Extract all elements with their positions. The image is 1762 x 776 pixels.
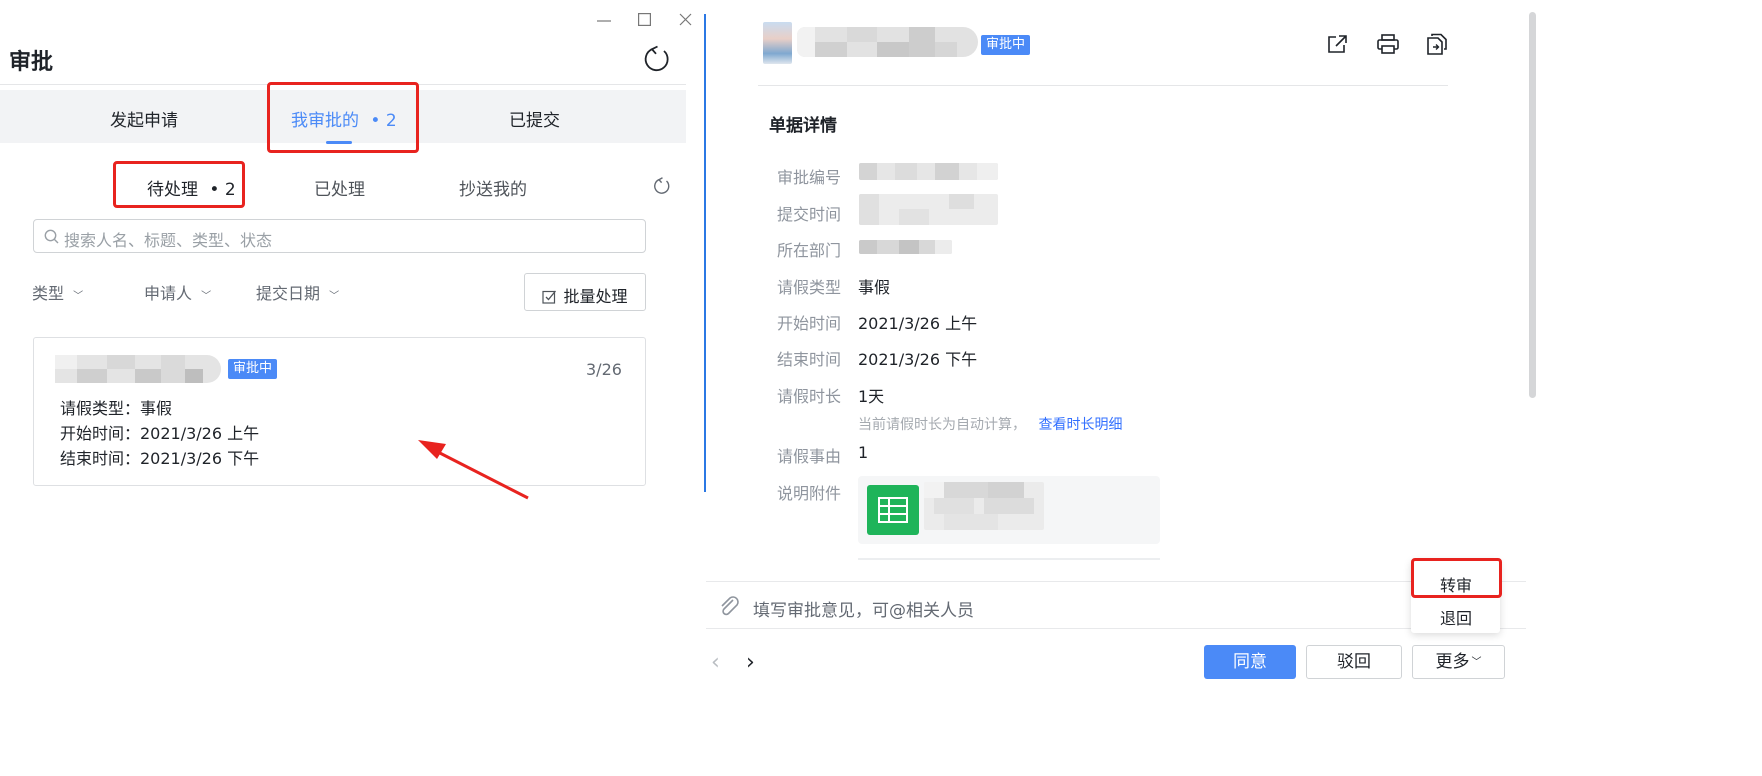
- blurred-department: [859, 240, 952, 254]
- chevron-down-icon: ﹀: [73, 291, 84, 302]
- approval-card[interactable]: 审批中 3/26 请假类型：事假 开始时间：2021/3/26 上午 结束时间：…: [33, 337, 646, 486]
- card-line-end: 结束时间：2021/3/26 下午: [60, 449, 260, 468]
- attachment-divider: [858, 558, 1160, 560]
- field-label-submit-time: 提交时间: [777, 205, 842, 224]
- annotation-box-tab: [267, 82, 419, 153]
- maximize-icon[interactable]: [638, 13, 651, 26]
- search-placeholder: 搜索人名、标题、类型、状态: [64, 231, 273, 250]
- field-label-leave-type: 请假类型: [777, 278, 842, 297]
- chevron-down-icon: ﹀: [201, 291, 212, 302]
- field-label-approval-no: 审批编号: [777, 168, 842, 187]
- vertical-scrollbar[interactable]: [1529, 12, 1536, 398]
- field-value-leave-type: 事假: [858, 278, 891, 297]
- comment-bottom-divider: [706, 628, 1526, 629]
- field-value-end-time: 2021/3/26 下午: [858, 350, 978, 369]
- duration-note-text: 当前请假时长为自动计算，: [858, 417, 1026, 433]
- chevron-down-icon: ﹀: [329, 291, 340, 302]
- agree-button[interactable]: 同意: [1204, 645, 1296, 679]
- close-icon[interactable]: [679, 13, 692, 26]
- blurred-submit-time: [859, 194, 998, 225]
- field-value-start-time: 2021/3/26 上午: [858, 314, 978, 333]
- card-date: 3/26: [586, 360, 622, 379]
- batch-label: 批量处理: [563, 287, 628, 306]
- refresh-icon[interactable]: [643, 45, 671, 73]
- page-title: 审批: [9, 50, 54, 75]
- field-label-end-time: 结束时间: [777, 350, 842, 369]
- checklist-icon: [542, 289, 557, 308]
- spreadsheet-icon: [867, 485, 919, 535]
- comment-input[interactable]: 填写审批意见，可@相关人员: [753, 596, 974, 621]
- filter-type[interactable]: 类型 ﹀: [32, 280, 83, 304]
- section-title: 单据详情: [769, 116, 837, 136]
- more-label: 更多: [1435, 652, 1470, 672]
- copy-export-icon[interactable]: [1427, 33, 1449, 55]
- field-label-start-time: 开始时间: [777, 314, 842, 333]
- blurred-applicant-name: [55, 355, 221, 383]
- share-icon[interactable]: [1327, 34, 1348, 54]
- duration-detail-link[interactable]: 查看时长明细: [1038, 417, 1122, 433]
- menu-item-return[interactable]: 退回: [1440, 605, 1472, 629]
- filter-applicant[interactable]: 申请人 ﹀: [144, 280, 211, 304]
- status-badge: 审批中: [981, 35, 1031, 55]
- reject-button[interactable]: 驳回: [1306, 645, 1402, 679]
- filter-label: 申请人: [144, 284, 193, 303]
- field-label-reason: 请假事由: [777, 447, 842, 466]
- attachment-clip-icon[interactable]: [719, 596, 740, 616]
- print-icon[interactable]: [1377, 34, 1399, 54]
- annotation-arrow: [418, 440, 529, 500]
- annotation-box-subtab: [113, 161, 245, 208]
- filter-label: 提交日期: [256, 284, 321, 303]
- blurred-approval-no: [859, 163, 998, 180]
- comment-top-divider: [706, 581, 1526, 582]
- chevron-down-icon: ﹀: [1471, 657, 1482, 668]
- refresh-list-icon[interactable]: [653, 177, 671, 195]
- filter-submit-date[interactable]: 提交日期 ﹀: [256, 280, 339, 304]
- card-line-start: 开始时间：2021/3/26 上午: [60, 424, 260, 443]
- prev-arrow-icon[interactable]: ‹: [711, 650, 720, 675]
- annotation-box-transfer: [1411, 558, 1502, 598]
- filter-label: 类型: [32, 284, 65, 303]
- search-input[interactable]: 搜索人名、标题、类型、状态: [33, 219, 646, 253]
- card-line-type: 请假类型：事假: [60, 399, 173, 418]
- blurred-file-name: [924, 482, 1044, 530]
- subtab-processed[interactable]: 已处理: [314, 175, 365, 200]
- field-label-duration: 请假时长: [777, 387, 842, 406]
- field-label-department: 所在部门: [777, 241, 842, 260]
- panel-divider: [704, 14, 706, 492]
- attachment-item[interactable]: [858, 476, 1160, 544]
- blurred-applicant-name: [797, 27, 978, 57]
- tab-submitted[interactable]: 已提交: [509, 106, 560, 131]
- batch-process-button[interactable]: 批量处理: [524, 273, 646, 311]
- header-divider: [758, 85, 1448, 86]
- tab-initiate[interactable]: 发起申请: [110, 106, 178, 131]
- search-icon: [44, 229, 59, 244]
- duration-note: 当前请假时长为自动计算， 查看时长明细: [858, 414, 1122, 434]
- more-button[interactable]: 更多 ﹀: [1412, 645, 1505, 679]
- status-badge: 审批中: [228, 359, 278, 379]
- minimize-icon[interactable]: [597, 19, 611, 23]
- field-label-attachment: 说明附件: [777, 484, 842, 503]
- field-value-reason: 1: [858, 443, 869, 462]
- next-arrow-icon[interactable]: ›: [746, 650, 755, 675]
- subtab-cc-me[interactable]: 抄送我的: [459, 175, 527, 200]
- field-value-duration: 1天: [858, 387, 885, 406]
- avatar[interactable]: [763, 22, 792, 64]
